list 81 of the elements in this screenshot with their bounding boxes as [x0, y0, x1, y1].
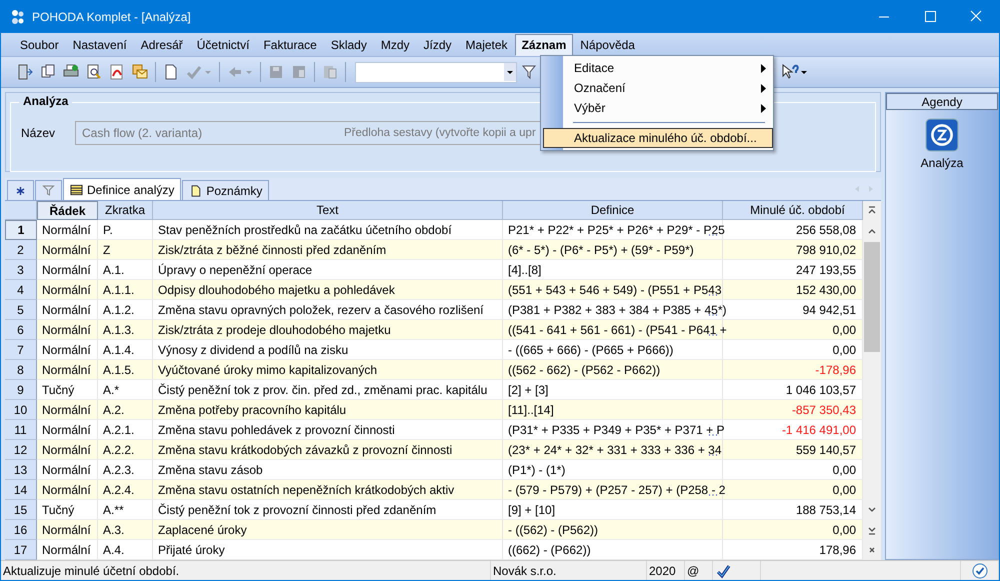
table-cell: (P1*) - (1*) — [508, 462, 566, 476]
submenu-arrow-icon — [761, 84, 766, 92]
table-cell: (23* + 24* + 32* + 331 + 333 + 336 + 34 — [508, 442, 722, 456]
row-number[interactable]: 11 — [5, 420, 37, 440]
agenda-header[interactable]: Agendy — [886, 93, 998, 110]
scroll-bottom-icon[interactable] — [867, 525, 877, 535]
row-number[interactable]: 13 — [5, 460, 37, 480]
menu-item[interactable]: Aktualizace minulého úč. období... — [543, 128, 773, 148]
vertical-scrollbar[interactable] — [863, 201, 881, 560]
row-number[interactable]: 3 — [5, 260, 37, 280]
table-cell: ((662) - (P662)) — [508, 542, 591, 556]
scrollbar-thumb[interactable] — [864, 242, 880, 352]
table-cell: [2] + [3] — [508, 382, 548, 396]
row-number[interactable]: 16 — [5, 520, 37, 540]
row-number[interactable]: 17 — [5, 540, 37, 560]
status-message: Aktualizuje minulé účetní období. — [1, 561, 491, 580]
asterisk-icon — [14, 184, 27, 196]
table-cell: (P381 + P382 + 383 + 384 + P385 + 45*) — [508, 302, 727, 316]
checkmark-icon — [715, 562, 731, 578]
menu-item[interactable]: Majetek — [458, 34, 515, 56]
window-title: POHODA Komplet - [Analýza] — [32, 10, 192, 24]
tab[interactable]: Definice analýzy — [63, 178, 182, 200]
table-cell: P21* + P22* + P25* + P26* + P29* - P25 — [508, 222, 725, 236]
app-logo-icon — [10, 9, 26, 25]
menu-item[interactable]: Záznam — [514, 34, 574, 56]
close-small-icon[interactable] — [867, 545, 877, 555]
row-number[interactable]: 8 — [5, 360, 37, 380]
table-cell: [4]..[8] — [508, 262, 542, 276]
table-cell: (P31* + P335 + P349 + P35* + P371 + P — [508, 422, 724, 436]
table-cell: - ((562) - (P562)) — [508, 522, 598, 536]
row-number[interactable]: 15 — [5, 500, 37, 520]
asterisk-tab[interactable] — [7, 180, 34, 200]
menu-item[interactable]: Výběr — [563, 98, 773, 118]
table-cell: [11]..[14] — [508, 402, 554, 416]
row-number[interactable]: 14 — [5, 480, 37, 500]
field-label: Název — [21, 126, 56, 140]
menu-item[interactable]: Jízdy — [416, 34, 459, 56]
agenda-item[interactable]: Analýza — [914, 115, 970, 173]
group-title: Analýza — [19, 94, 72, 108]
row-number[interactable]: 6 — [5, 320, 37, 340]
submenu-arrow-icon — [761, 64, 766, 72]
row-number[interactable]: 9 — [5, 380, 37, 400]
menu-item[interactable]: Fakturace — [256, 34, 324, 56]
menu-item[interactable]: Nastavení — [66, 34, 134, 56]
document-icon — [189, 184, 202, 196]
menu-item[interactable]: Účetnictví — [190, 34, 256, 56]
table-cell: - ((665 + 666) - (P665 + P666)) — [508, 342, 674, 356]
table-cell: (6* - 5*) - (P6* - P5*) + (59* - P59*) — [508, 242, 694, 256]
menu-item[interactable]: Editace — [563, 58, 773, 78]
scroll-top-icon[interactable] — [867, 206, 877, 216]
filter-icon — [42, 184, 55, 196]
table-cell: [9] + [10] — [508, 502, 556, 516]
tab[interactable]: Poznámky — [182, 180, 270, 200]
analysis-logo-icon — [924, 118, 959, 152]
check-circle-icon[interactable] — [972, 562, 988, 578]
row-number[interactable]: 5 — [5, 300, 37, 320]
menu-item[interactable]: Mzdy — [374, 34, 417, 56]
column-header[interactable]: Minulé úč. období — [723, 201, 863, 220]
table-cell: - (579 - P579) + (P257 - 257) + (P258 - 2 — [508, 482, 726, 496]
column-header[interactable]: Řádek — [37, 201, 98, 220]
menu-item[interactable]: Adresář — [134, 34, 190, 56]
status-company: Novák s.r.o. — [491, 561, 647, 580]
menu-item[interactable]: Sklady — [324, 34, 374, 56]
row-number[interactable]: 4 — [5, 280, 37, 300]
menu-item[interactable]: Označení — [563, 78, 773, 98]
table-cell: ((562 - 662) - (P562 - P662)) — [508, 362, 660, 376]
submenu-arrow-icon — [761, 104, 766, 112]
table-cell: (551 + 543 + 546 + 549) - (P551 + P543 — [508, 282, 722, 296]
column-header[interactable]: Definice — [503, 201, 723, 220]
menu-item[interactable]: Soubor — [13, 34, 66, 56]
list-icon — [70, 184, 83, 196]
status-at: @ — [685, 561, 713, 580]
row-number[interactable]: 12 — [5, 440, 37, 460]
menu-item[interactable]: Nápověda — [573, 34, 642, 56]
row-number[interactable]: 7 — [5, 340, 37, 360]
status-year: 2020 — [647, 561, 685, 580]
column-header[interactable]: Text — [153, 201, 503, 220]
row-number[interactable]: 1 — [5, 220, 37, 240]
column-header[interactable]: Zkratka — [98, 201, 153, 220]
row-number[interactable]: 2 — [5, 240, 37, 260]
row-number[interactable]: 10 — [5, 400, 37, 420]
